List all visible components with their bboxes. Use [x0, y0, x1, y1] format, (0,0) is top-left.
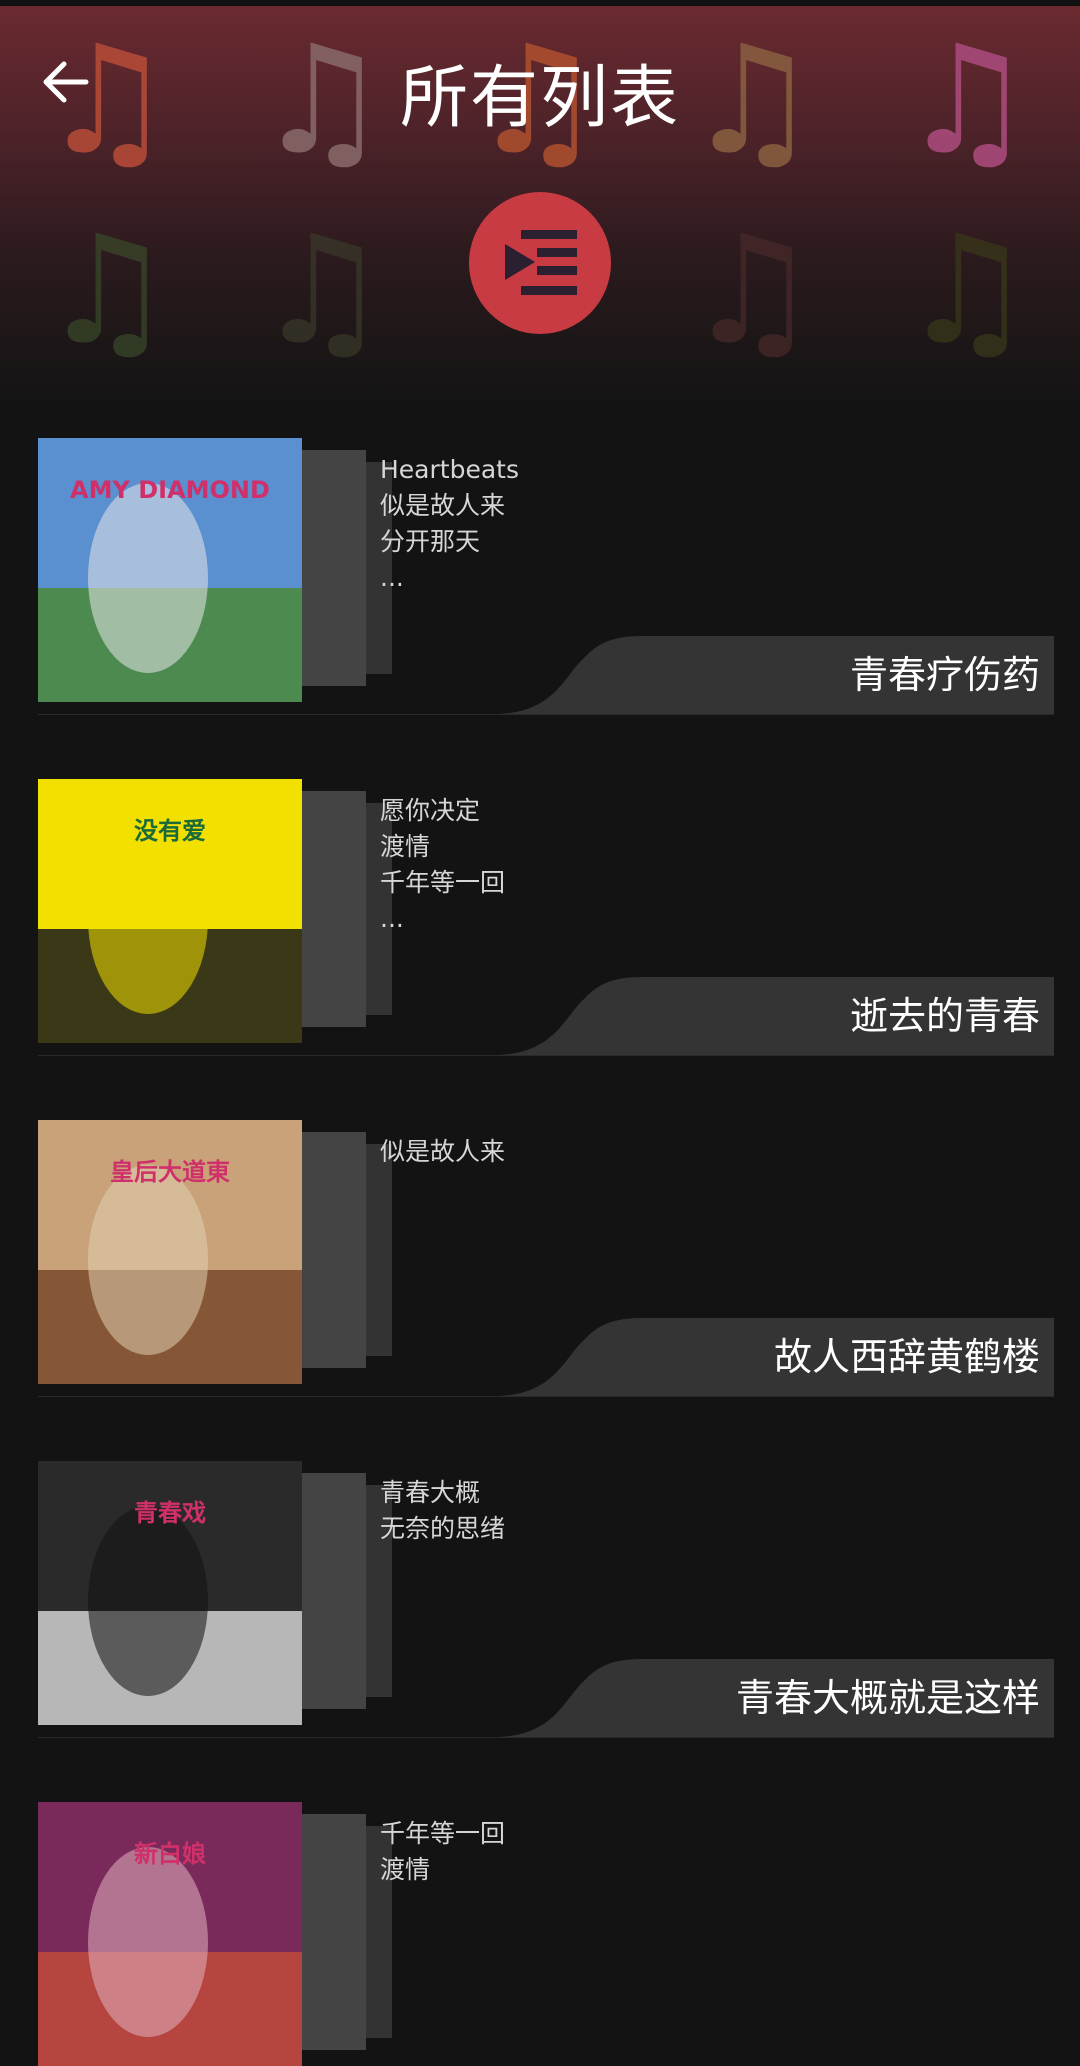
playlist-name: 故人西辞黄鹤楼: [773, 1335, 1040, 1379]
music-note-icon: ♫: [900, 204, 1035, 378]
song-title: 渡情: [380, 1855, 431, 1884]
song-title: 分开那天: [380, 527, 481, 556]
music-note-icon: ♫: [255, 204, 390, 378]
album-cover-image: 青春戏: [38, 1461, 302, 1725]
cover-back-image: [300, 1473, 366, 1709]
song-preview-list: 青春大概 无奈的思绪: [380, 1475, 505, 1547]
song-title: 似是故人来: [380, 491, 506, 520]
album-cover-image: AMY DIAMOND: [38, 438, 302, 702]
playlist-row[interactable]: AMY DIAMOND Heartbeats 似是故人来分开那天... 青春疗伤药: [0, 400, 1080, 715]
playlist-name-tab: 逝去的青春: [494, 977, 1054, 1055]
playlist-name-tab: 青春疗伤药: [494, 636, 1054, 714]
cover-stack: 皇后大道東: [38, 1120, 392, 1384]
play-all-button[interactable]: [469, 192, 611, 334]
cover-text: AMY DIAMOND: [70, 476, 270, 504]
song-title: ...: [380, 904, 404, 933]
music-note-icon: ♫: [685, 204, 820, 378]
playlist-name: 青春大概就是这样: [735, 1676, 1040, 1720]
song-title: 青春大概: [380, 1478, 481, 1507]
album-cover-image: 皇后大道東: [38, 1120, 302, 1384]
album-cover-image: 没有爱: [38, 779, 302, 1043]
divider: [38, 1737, 1054, 1738]
album-cover-image: 新白娘: [38, 1802, 302, 2066]
cover-stack: 没有爱: [38, 779, 392, 1043]
music-note-icon: ♫: [40, 204, 175, 378]
playlist-name: 青春疗伤药: [849, 653, 1040, 697]
cover-back-image: [300, 1132, 366, 1368]
playlist-name-tab: 故人西辞黄鹤楼: [494, 1318, 1054, 1396]
playlist-row[interactable]: 新白娘 千年等一回渡情: [0, 1764, 1080, 2066]
cover-back-image: [300, 1814, 366, 2050]
cover-text: 新白娘: [134, 1840, 206, 1868]
song-title: 千年等一回: [380, 1819, 506, 1848]
playlist-play-icon: [505, 230, 577, 295]
cover-back-image: [300, 450, 366, 686]
cover-text: 皇后大道東: [110, 1158, 230, 1186]
song-title: 愿你决定: [380, 796, 481, 825]
song-title: 无奈的思绪: [380, 1514, 506, 1543]
playlist-name: 逝去的青春: [849, 994, 1040, 1038]
song-preview-list: 愿你决定渡情千年等一回...: [380, 793, 505, 937]
cover-stack: 青春戏: [38, 1461, 392, 1725]
song-title: ...: [380, 563, 404, 592]
song-title: 似是故人来: [380, 1137, 506, 1166]
song-preview-list: 千年等一回 渡情: [380, 1816, 505, 1888]
divider: [38, 1055, 1054, 1056]
cover-text: 青春戏: [134, 1499, 206, 1527]
song-title: 渡情: [380, 832, 431, 861]
cover-back-image: [300, 791, 366, 1027]
cover-stack: AMY DIAMOND: [38, 438, 392, 702]
playlist-name-tab: 青春大概就是这样: [494, 1659, 1054, 1737]
song-preview-list: 似是故人来: [380, 1134, 505, 1170]
playlist-row[interactable]: 青春戏 青春大概无奈的思绪 青春大概就是这样: [0, 1423, 1080, 1738]
playlist-row[interactable]: 皇后大道東 似是故人来 故人西辞黄鹤楼: [0, 1082, 1080, 1397]
header: ♫ ♫ ♫ ♫ ♫ ♫ ♫ ♫ ♫ 所有列表: [0, 6, 1080, 400]
page-title: 所有列表: [399, 59, 680, 138]
cover-stack: 新白娘: [38, 1802, 392, 2066]
divider: [38, 714, 1054, 715]
playlist-row[interactable]: 没有爱 愿你决定渡情千年等一回... 逝去的青春: [0, 741, 1080, 1056]
song-preview-list: Heartbeats 似是故人来分开那天...: [380, 452, 519, 596]
song-title: 千年等一回: [380, 868, 506, 897]
divider: [38, 1396, 1054, 1397]
cover-text: 没有爱: [134, 817, 206, 845]
song-title: Heartbeats: [380, 455, 519, 484]
